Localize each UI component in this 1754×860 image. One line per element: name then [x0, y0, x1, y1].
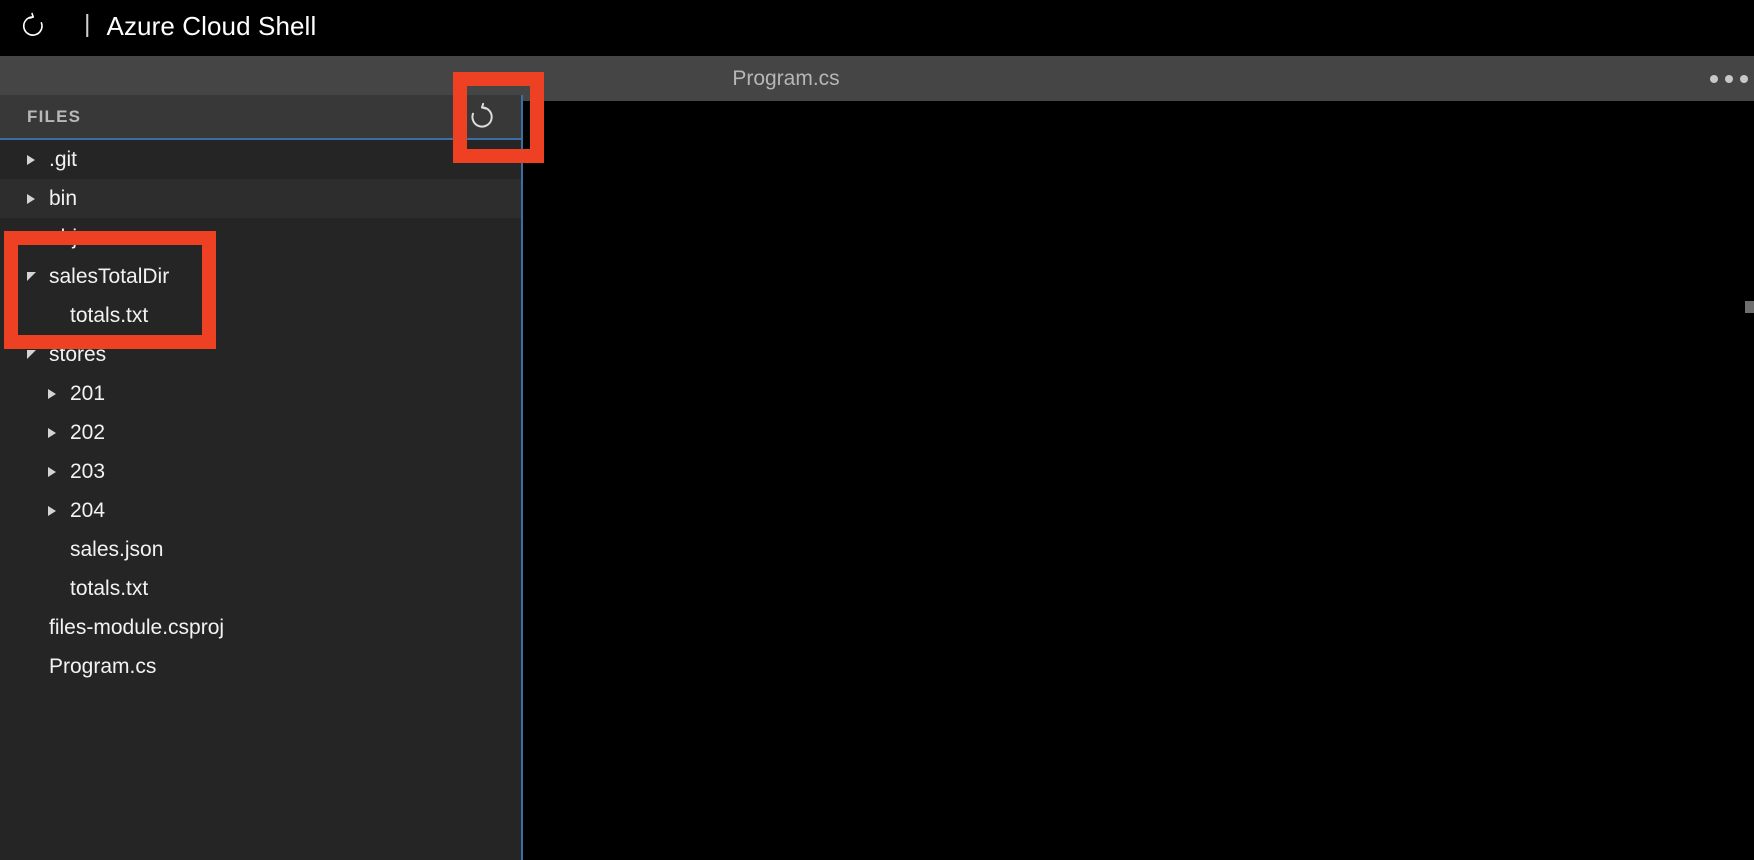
tree-item-label: files-module.csproj	[49, 615, 225, 639]
files-header-label: FILES	[27, 106, 82, 126]
tree-folder-202[interactable]: 202	[0, 413, 521, 452]
chevron-right-glyph	[48, 388, 56, 399]
tree-item-label: 203	[70, 459, 106, 483]
tree-item-label: Program.cs	[49, 654, 157, 678]
tree-item-label: 202	[70, 420, 106, 444]
sidebar-divider[interactable]	[521, 95, 523, 860]
chevron-right-icon[interactable]	[42, 452, 62, 491]
tree-item-label: salesTotalDir	[49, 264, 170, 288]
file-tree: .git bin obj salesTotalDir totals.txt stores 2…	[0, 140, 521, 686]
tree-item-label: obj	[49, 225, 78, 249]
page-title: Azure Cloud Shell	[106, 10, 317, 41]
tree-item-label: bin	[49, 186, 78, 210]
tree-folder-obj[interactable]: obj	[0, 218, 521, 257]
tree-file-files-module-csproj[interactable]: files-module.csproj	[0, 608, 521, 647]
ellipsis-icon[interactable]	[1710, 56, 1752, 101]
tree-file-totals-txt[interactable]: totals.txt	[0, 296, 521, 335]
chevron-right-icon[interactable]	[21, 179, 41, 218]
ellipsis-dot	[1725, 74, 1733, 83]
tree-file-totals-txt[interactable]: totals.txt	[0, 569, 521, 608]
chevron-down-icon[interactable]	[21, 335, 41, 374]
code-editor-pane[interactable]	[555, 101, 1754, 860]
chevron-right-glyph	[27, 193, 35, 204]
tree-folder-stores[interactable]: stores	[0, 335, 521, 374]
chevron-right-icon[interactable]	[21, 140, 41, 179]
chevron-down-icon[interactable]	[21, 257, 41, 296]
tab-program-cs[interactable]: Program.cs	[556, 56, 1016, 101]
tree-folder-201[interactable]: 201	[0, 374, 521, 413]
chevron-right-glyph	[48, 466, 56, 477]
files-explorer-sidebar: FILES .git bin obj salesTotalDir totals.txt s…	[0, 95, 521, 860]
chevron-right-glyph	[48, 505, 56, 516]
chevron-right-glyph	[48, 427, 56, 438]
chevron-down-glyph	[26, 272, 36, 281]
tree-item-label: 204	[70, 498, 106, 522]
tree-item-label: .git	[49, 147, 78, 171]
refresh-icon[interactable]	[461, 96, 503, 138]
chevron-down-glyph	[26, 350, 36, 359]
tree-folder--git[interactable]: .git	[0, 140, 521, 179]
tree-item-label: totals.txt	[70, 303, 149, 327]
tree-item-label: 201	[70, 381, 106, 405]
tree-file-program-cs[interactable]: Program.cs	[0, 647, 521, 686]
chevron-right-icon[interactable]	[21, 218, 41, 257]
chevron-right-glyph	[27, 232, 35, 243]
tree-item-label: stores	[49, 342, 107, 366]
tree-file-sales-json[interactable]: sales.json	[0, 530, 521, 569]
chevron-right-icon[interactable]	[42, 413, 62, 452]
scrollbar-thumb[interactable]	[1745, 301, 1754, 313]
tree-folder-204[interactable]: 204	[0, 491, 521, 530]
tree-item-label: sales.json	[70, 537, 164, 561]
tree-folder-bin[interactable]: bin	[0, 179, 521, 218]
tree-folder-salestotaldir[interactable]: salesTotalDir	[0, 257, 521, 296]
titlebar: | Azure Cloud Shell	[0, 0, 1754, 52]
chevron-right-icon[interactable]	[42, 491, 62, 530]
files-explorer-header: FILES	[0, 95, 521, 140]
tree-item-label: totals.txt	[70, 576, 149, 600]
titlebar-separator: |	[84, 10, 91, 38]
azure-cloud-shell-window: | Azure Cloud Shell Program.cs FILES .gi…	[0, 0, 1754, 860]
restart-icon[interactable]	[18, 11, 48, 41]
tree-folder-203[interactable]: 203	[0, 452, 521, 491]
chevron-right-glyph	[27, 154, 35, 165]
ellipsis-dot	[1740, 74, 1748, 83]
chevron-right-icon[interactable]	[42, 374, 62, 413]
ellipsis-dot	[1710, 74, 1718, 83]
